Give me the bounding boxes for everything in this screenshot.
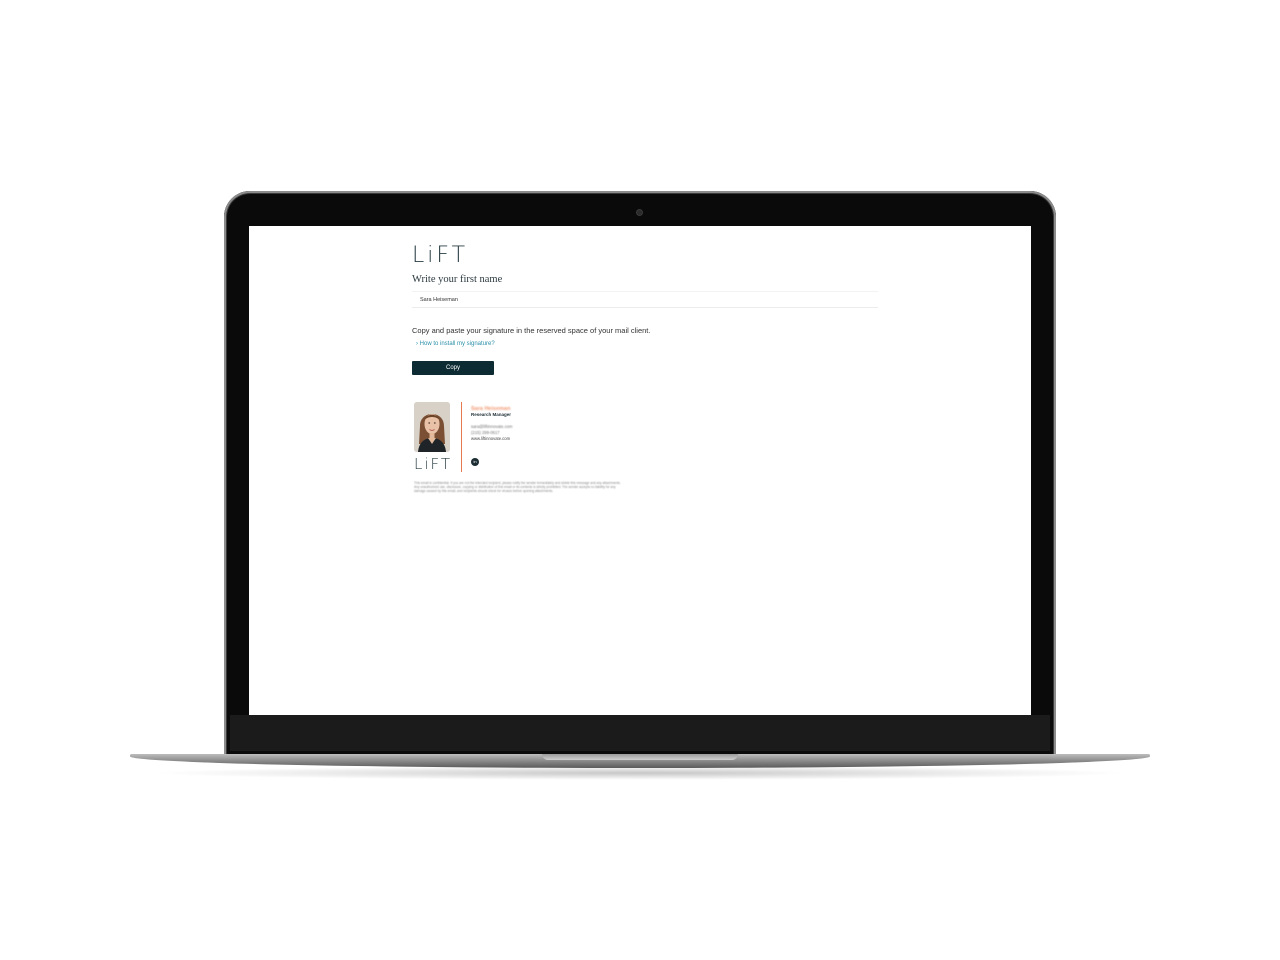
how-to-install-link[interactable]: › How to install my signature? [416, 341, 872, 347]
signature-phone: (215) 299-0617 [471, 430, 500, 435]
laptop-base [130, 754, 1150, 768]
linkedin-icon[interactable]: in [471, 458, 479, 466]
first-name-input[interactable] [412, 291, 878, 308]
avatar-portrait-image [414, 402, 450, 452]
signature-divider [461, 402, 462, 472]
signature-brand-logo: LiFT [414, 455, 453, 473]
laptop-screen: LiFT Write your first name Copy and past… [249, 226, 1031, 715]
laptop-lid: LiFT Write your first name Copy and past… [224, 191, 1056, 759]
signature-name: Sara Heiseman [471, 406, 511, 412]
signature-left-column: LiFT [414, 402, 456, 472]
signature-disclaimer: This email is confidential. If you are n… [414, 481, 621, 493]
signature-details: Sara Heiseman Research Manager sara@lift… [471, 406, 513, 442]
laptop-chin [230, 715, 1050, 751]
signature-website: www.liftinnovate.com [471, 436, 511, 441]
avatar [414, 402, 450, 452]
signature-job-title: Research Manager [471, 412, 512, 417]
copy-button[interactable]: Copy [412, 361, 494, 375]
signature-preview: LiFT Sara Heiseman Research Manager sara… [414, 402, 872, 474]
brand-logo: LiFT [412, 243, 469, 268]
name-field-heading: Write your first name [412, 274, 503, 285]
laptop-base-notch [542, 754, 738, 760]
laptop-mockup-stage: LiFT Write your first name Copy and past… [0, 0, 1280, 960]
signature-generator-page: LiFT Write your first name Copy and past… [412, 243, 878, 493]
webcam [637, 210, 642, 215]
laptop-shadow [150, 766, 1130, 780]
copy-instructions: Copy and paste your signature in the res… [412, 326, 651, 335]
